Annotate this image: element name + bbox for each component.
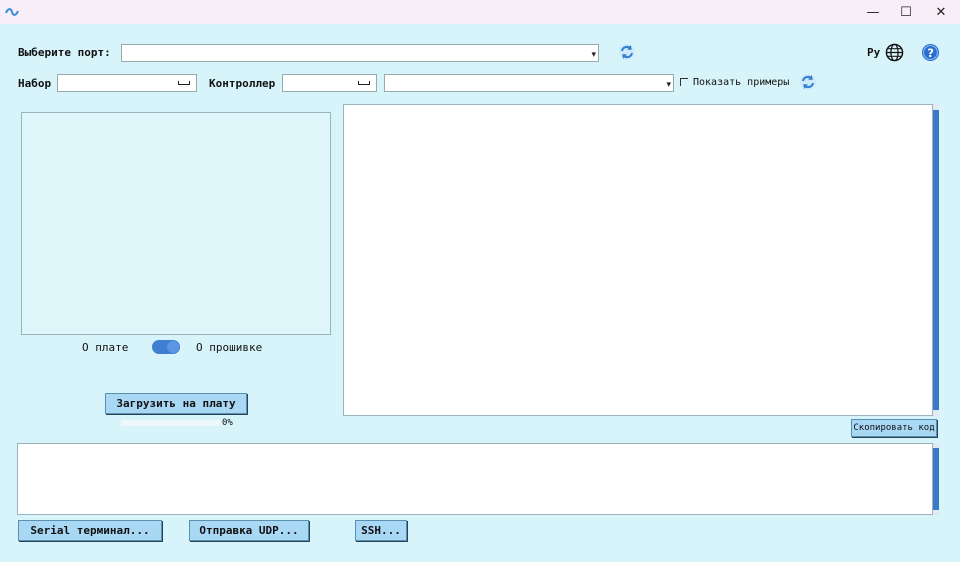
log-scrollbar[interactable] bbox=[933, 443, 939, 515]
scroll-up-arrow-icon[interactable] bbox=[933, 443, 939, 448]
upload-progress-text: 0% bbox=[222, 418, 233, 428]
svg-text:?: ? bbox=[927, 46, 934, 60]
scroll-up-arrow-icon[interactable] bbox=[933, 104, 939, 110]
dropdown-icon bbox=[358, 81, 370, 85]
info-toggle-switch[interactable] bbox=[152, 340, 180, 354]
upload-button[interactable]: Загрузить на плату bbox=[105, 393, 247, 414]
title-bar: — ☐ ✕ bbox=[0, 0, 960, 24]
firmware-info-label[interactable]: О прошивке bbox=[196, 341, 262, 354]
ssh-button[interactable]: SSH... bbox=[355, 520, 407, 541]
board-info-label[interactable]: О плате bbox=[82, 341, 128, 354]
scroll-down-arrow-icon[interactable] bbox=[933, 410, 939, 416]
example-select[interactable]: ▾ bbox=[384, 74, 674, 92]
copy-code-button[interactable]: Скопировать код bbox=[851, 419, 937, 437]
dropdown-icon bbox=[178, 81, 190, 85]
output-log[interactable] bbox=[17, 443, 933, 515]
chevron-down-icon: ▾ bbox=[666, 80, 671, 90]
udp-send-button[interactable]: Отправка UDP... bbox=[189, 520, 309, 541]
chevron-down-icon: ▾ bbox=[591, 50, 596, 60]
scroll-down-arrow-icon[interactable] bbox=[933, 510, 939, 515]
controller-label: Контроллер bbox=[209, 77, 276, 90]
show-examples-label: Показать примеры bbox=[693, 77, 790, 88]
code-editor[interactable] bbox=[343, 104, 933, 416]
kit-label: Набор bbox=[18, 77, 52, 90]
info-panel bbox=[21, 112, 331, 335]
kit-select[interactable] bbox=[57, 74, 197, 92]
toggle-knob bbox=[167, 341, 179, 353]
app-logo-icon bbox=[5, 8, 19, 16]
port-label: Выберите порт: bbox=[18, 46, 111, 59]
controller-select[interactable] bbox=[282, 74, 377, 92]
maximize-icon[interactable]: ☐ bbox=[889, 0, 923, 24]
upload-progress-bar bbox=[121, 420, 220, 426]
code-scrollbar[interactable] bbox=[933, 104, 939, 416]
help-icon[interactable]: ? bbox=[921, 43, 940, 62]
port-select[interactable]: ▾ bbox=[121, 44, 599, 62]
close-icon[interactable]: ✕ bbox=[924, 0, 958, 24]
serial-terminal-button[interactable]: Serial терминал... bbox=[18, 520, 162, 541]
refresh-icon[interactable] bbox=[618, 43, 636, 61]
globe-icon[interactable] bbox=[885, 43, 904, 62]
show-examples-checkbox[interactable] bbox=[680, 78, 688, 86]
refresh-icon[interactable] bbox=[799, 73, 817, 91]
minimize-icon[interactable]: — bbox=[856, 0, 890, 24]
language-label[interactable]: Ру bbox=[867, 46, 880, 59]
